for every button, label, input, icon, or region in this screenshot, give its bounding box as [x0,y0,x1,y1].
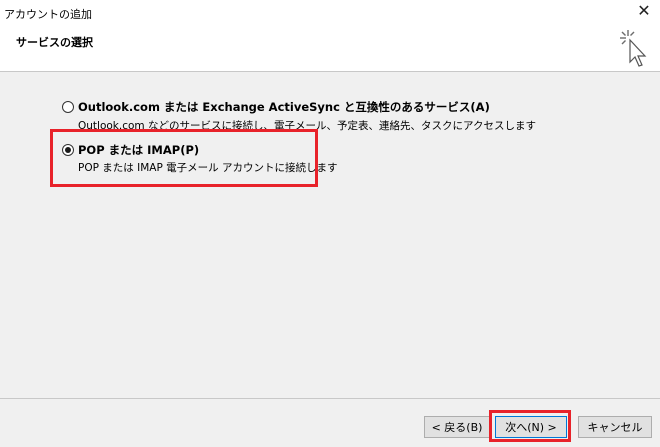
next-highlight-box [489,410,571,442]
add-account-dialog: アカウントの追加 ✕ サービスの選択 Outlook.com または Excha… [0,0,660,447]
wizard-cursor-icon [620,30,647,67]
dialog-header: アカウントの追加 ✕ サービスの選択 [0,0,660,72]
pop-imap-highlight-box [50,129,318,187]
option-exchange-activesync[interactable]: Outlook.com または Exchange ActiveSync と互換性… [62,99,490,115]
radio-exchange-activesync[interactable] [62,101,74,113]
back-button[interactable]: < 戻る(B) [424,416,490,438]
cancel-button[interactable]: キャンセル [578,416,652,438]
page-title: サービスの選択 [16,36,93,49]
footer-divider [0,398,660,399]
option-exchange-label: Outlook.com または Exchange ActiveSync と互換性… [78,100,490,114]
close-icon[interactable]: ✕ [634,1,654,21]
window-title: アカウントの追加 [4,8,92,21]
